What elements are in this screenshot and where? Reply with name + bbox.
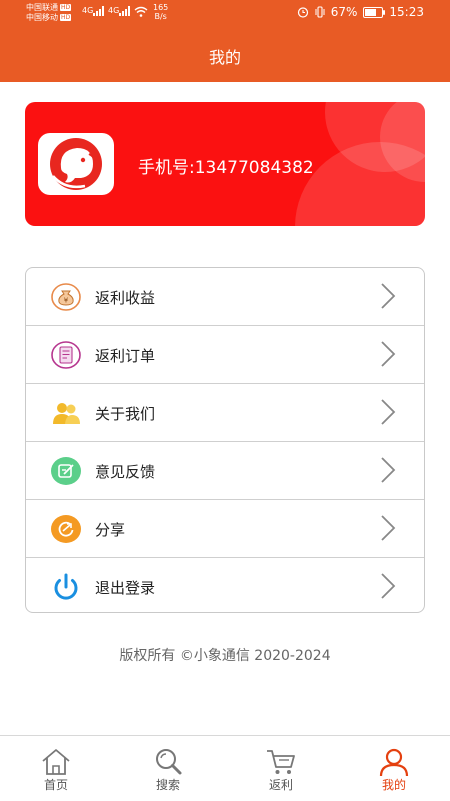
chevron-right-icon bbox=[381, 283, 396, 309]
tab-mine[interactable]: 我的 bbox=[338, 736, 450, 801]
menu-item-label: 意见反馈 bbox=[95, 463, 156, 481]
tab-home[interactable]: 首页 bbox=[0, 736, 112, 801]
tab-search[interactable]: 搜索 bbox=[112, 736, 224, 801]
decor-bubble bbox=[295, 142, 425, 226]
search-icon bbox=[156, 749, 182, 775]
hd-badge: HD bbox=[60, 4, 72, 11]
net-speed-unit: B/s bbox=[154, 12, 167, 21]
money-bag-icon: ¥ bbox=[51, 283, 81, 311]
signal-bars-icon bbox=[93, 6, 104, 16]
tab-label: 搜索 bbox=[155, 778, 180, 792]
avatar[interactable] bbox=[38, 133, 114, 195]
power-icon bbox=[54, 573, 78, 600]
alarm-icon bbox=[297, 7, 308, 18]
cart-icon bbox=[267, 750, 295, 774]
chevron-right-icon bbox=[381, 573, 396, 599]
clock: 15:23 bbox=[389, 5, 424, 19]
bottom-tab-bar: 首页 搜索 返利 我的 bbox=[0, 735, 450, 801]
menu-item-share[interactable]: 分享 bbox=[26, 500, 424, 558]
menu-item-label: 返利收益 bbox=[95, 289, 156, 307]
tab-label: 我的 bbox=[381, 778, 406, 792]
carrier-2: 中国移动 bbox=[26, 13, 58, 22]
status-bar: 中国联通 HD 中国移动 HD 4G 4G 165 B/s 67% 15:23 bbox=[0, 0, 450, 26]
chevron-right-icon bbox=[381, 515, 396, 541]
menu-list: ¥ 返利收益 返利订单 关于我们 意见反馈 分享 退出登录 bbox=[25, 267, 425, 613]
signal-1-label: 4G bbox=[82, 6, 94, 15]
svg-text:¥: ¥ bbox=[64, 297, 69, 305]
menu-item-label: 关于我们 bbox=[95, 405, 156, 423]
wifi-icon bbox=[134, 6, 148, 17]
chevron-right-icon bbox=[381, 399, 396, 425]
tab-label: 返利 bbox=[268, 778, 293, 792]
menu-item-label: 分享 bbox=[95, 521, 126, 539]
net-speed-value: 165 bbox=[153, 3, 169, 12]
feedback-icon bbox=[51, 457, 81, 485]
elephant-logo-icon bbox=[50, 138, 102, 190]
menu-item-feedback[interactable]: 意见反馈 bbox=[26, 442, 424, 500]
share-icon bbox=[51, 515, 81, 543]
menu-item-logout[interactable]: 退出登录 bbox=[26, 558, 424, 612]
phone-number: 手机号:13477084382 bbox=[138, 158, 314, 178]
menu-item-orders[interactable]: 返利订单 bbox=[26, 326, 424, 384]
hd-badge: HD bbox=[60, 14, 72, 21]
chevron-right-icon bbox=[381, 457, 396, 483]
net-speed: 165 B/s bbox=[153, 3, 168, 21]
tab-label: 首页 bbox=[43, 778, 68, 792]
battery-percent: 67% bbox=[330, 5, 358, 19]
menu-item-label: 返利订单 bbox=[95, 347, 156, 365]
menu-item-label: 退出登录 bbox=[95, 579, 156, 597]
vibrate-icon bbox=[315, 6, 325, 18]
chevron-right-icon bbox=[381, 341, 396, 367]
signal-bars-icon bbox=[119, 6, 130, 16]
carrier-1: 中国联通 bbox=[26, 3, 58, 12]
signal-2-label: 4G bbox=[108, 6, 120, 15]
battery-icon bbox=[363, 6, 386, 18]
tab-rebate[interactable]: 返利 bbox=[225, 736, 337, 801]
order-list-icon bbox=[51, 341, 81, 369]
home-icon bbox=[42, 749, 70, 775]
carrier-info: 中国联通 HD 中国移动 HD bbox=[26, 3, 72, 23]
menu-item-about[interactable]: 关于我们 bbox=[26, 384, 424, 442]
copyright-text: 版权所有 ©小象通信 2020-2024 bbox=[119, 648, 331, 664]
app-header: 中国联通 HD 中国移动 HD 4G 4G 165 B/s 67% 15:23 … bbox=[0, 0, 450, 82]
status-right: 67% 15:23 bbox=[297, 5, 424, 19]
users-icon bbox=[53, 403, 80, 424]
page-title: 我的 bbox=[208, 48, 241, 67]
user-icon bbox=[379, 748, 409, 777]
profile-card: 手机号:13477084382 bbox=[25, 102, 425, 226]
battery-level bbox=[365, 8, 377, 16]
menu-item-earnings[interactable]: ¥ 返利收益 bbox=[26, 268, 424, 326]
